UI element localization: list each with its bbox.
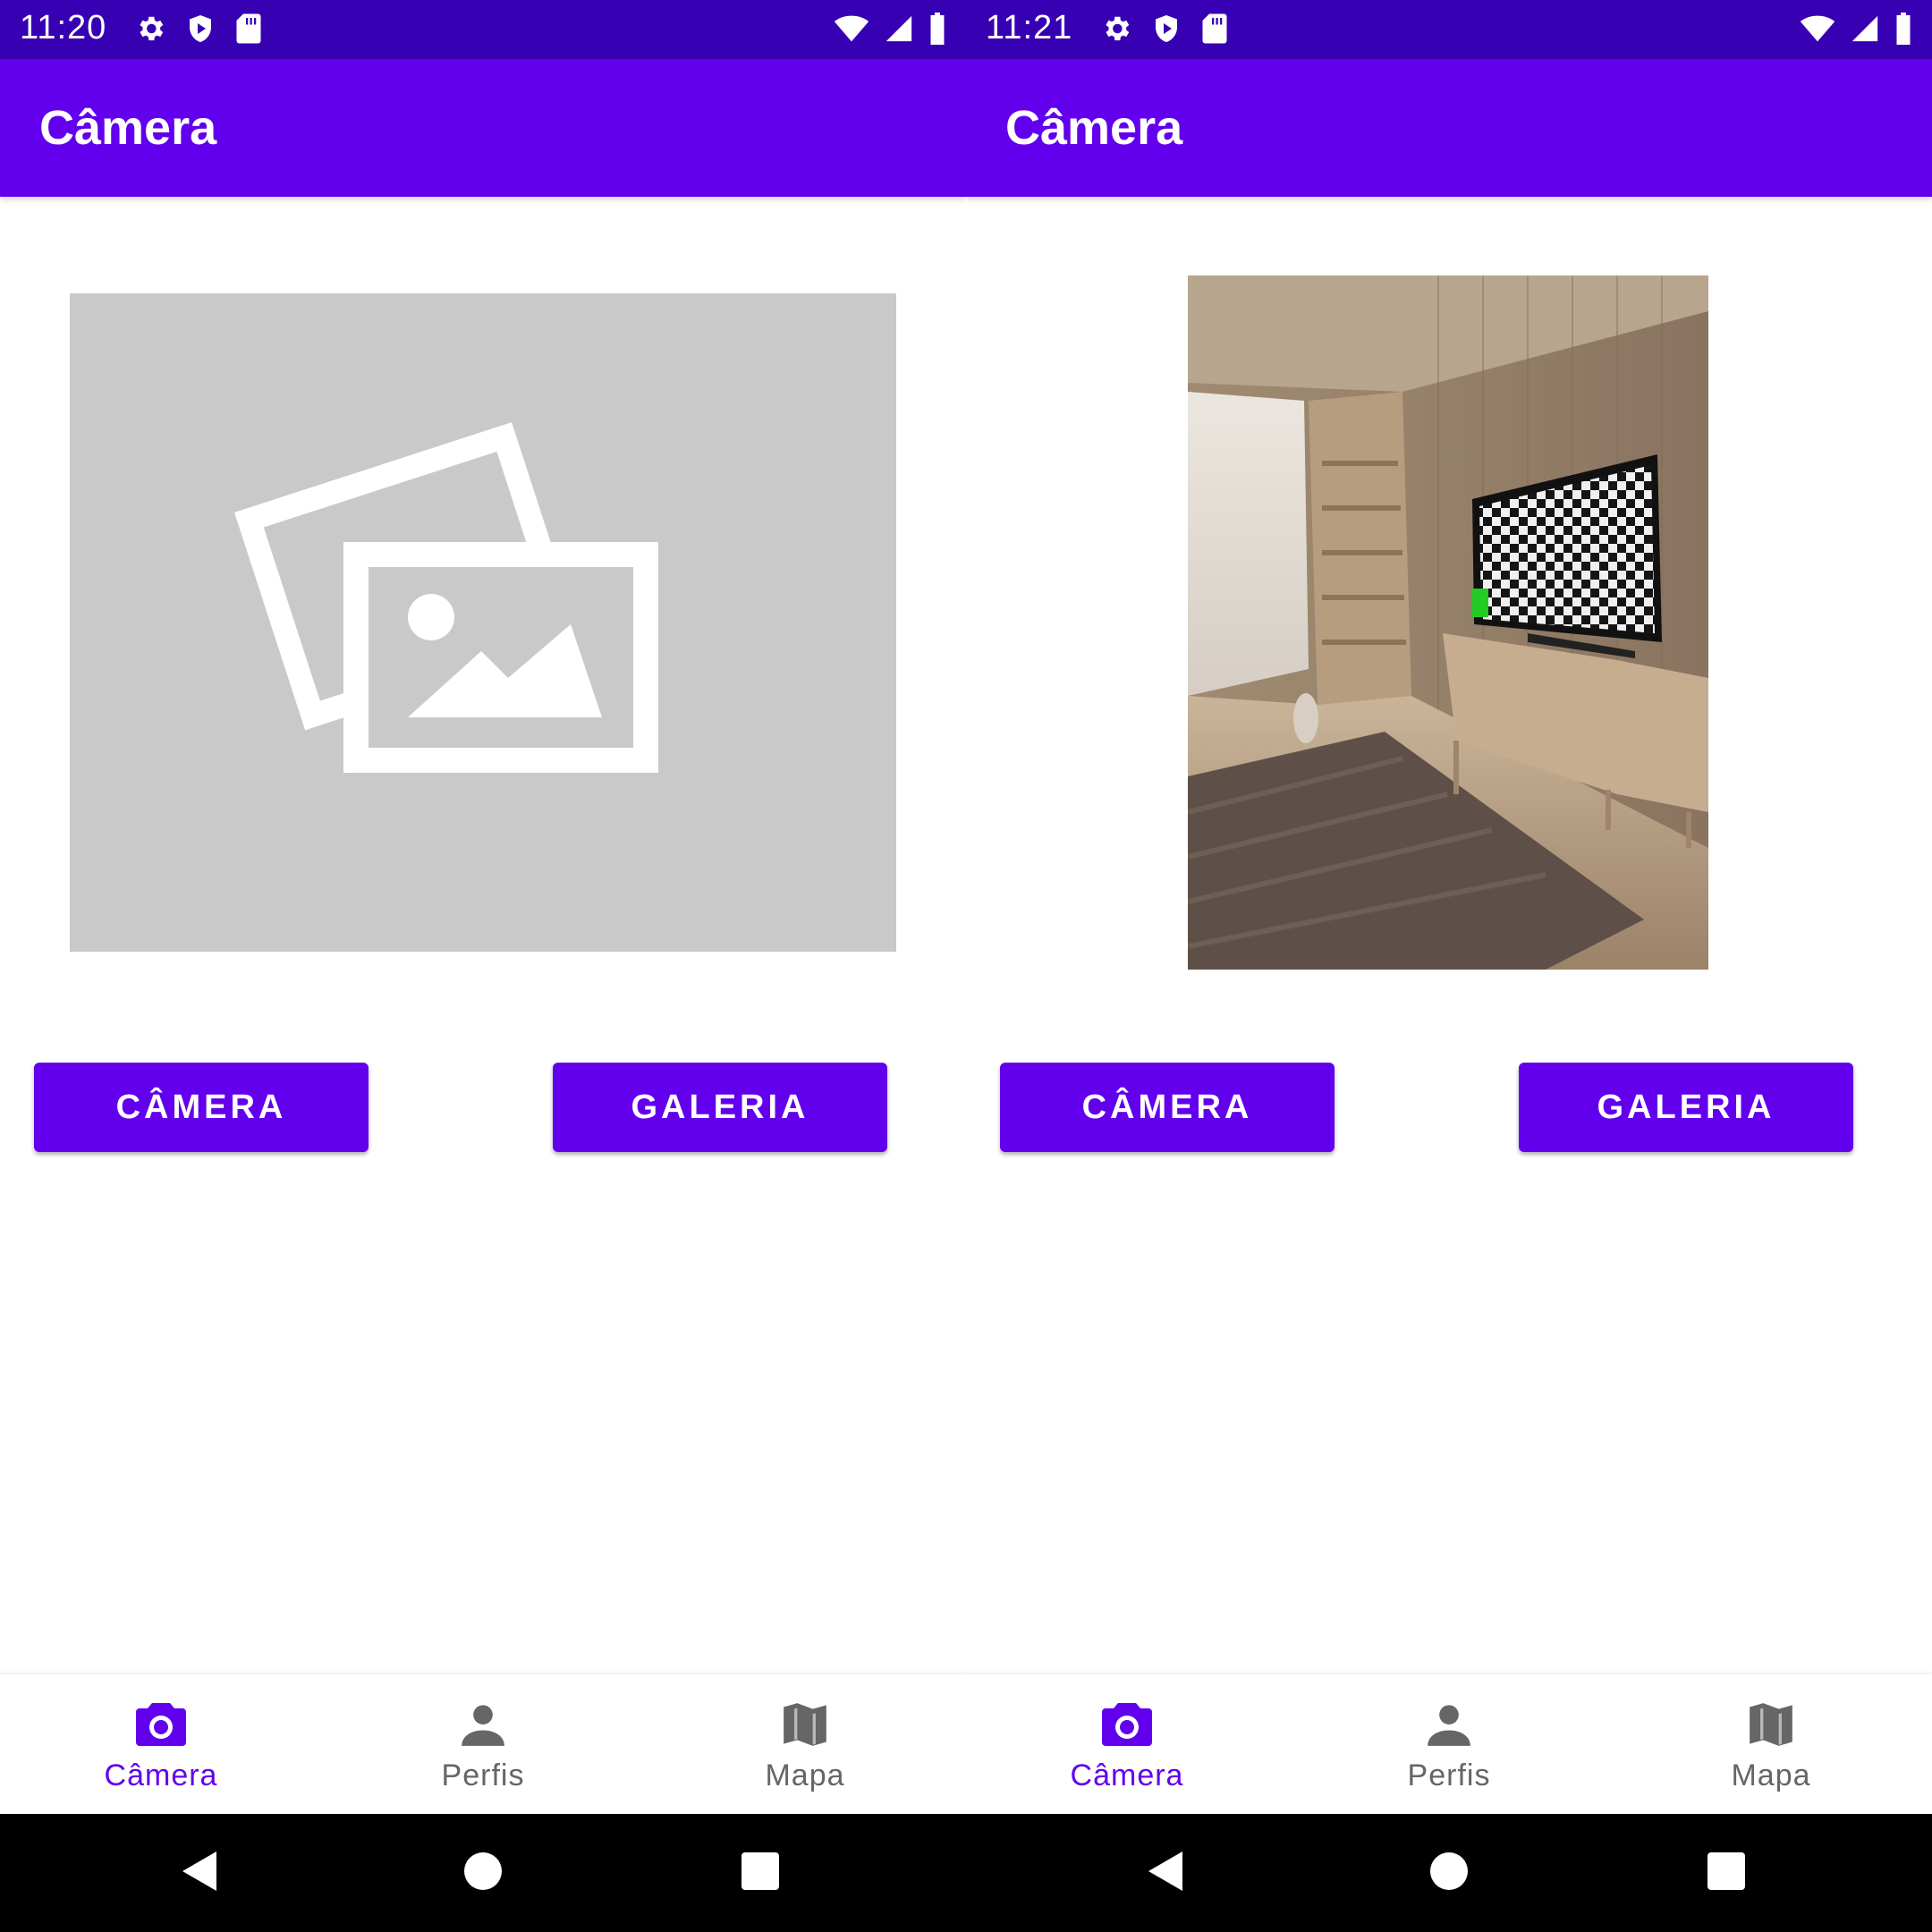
captured-photo [1188,275,1708,970]
camera-button[interactable]: CÂMERA [34,1063,369,1152]
app-bar: Câmera [966,59,1932,197]
wifi-icon [1800,14,1835,43]
back-triangle-icon [1147,1850,1186,1897]
nav-item-mapa[interactable]: Mapa [644,1674,966,1814]
shield-icon [1150,13,1182,45]
wifi-icon [834,14,869,43]
phone-screen-left: 11:20 Câmera CÂMERA GALERIA Câmera Perfi… [0,0,966,1932]
recents-button[interactable] [1637,1814,1816,1932]
bottom-navigation: Câmera Perfis Mapa [966,1674,1932,1814]
gallery-button[interactable]: GALERIA [553,1063,887,1152]
status-time: 11:21 [986,9,1073,47]
settings-icon [1100,13,1132,45]
map-icon [782,1699,828,1750]
image-placeholder-icon [70,422,896,955]
home-button[interactable] [1360,1814,1538,1932]
phone-screen-right: 11:21 Câmera CÂMERA GALERIA Câmera Perfi… [966,0,1932,1932]
sd-card-icon [234,13,263,45]
nav-item-camera[interactable]: Câmera [0,1674,322,1814]
nav-item-perfis[interactable]: Perfis [322,1674,644,1814]
page-title: Câmera [39,101,217,155]
system-navigation-bar [966,1814,1932,1932]
nav-label-camera: Câmera [1070,1758,1184,1792]
person-icon [1426,1699,1472,1750]
nav-label-perfis: Perfis [1407,1758,1491,1792]
sd-card-icon [1200,13,1229,45]
back-button[interactable] [1077,1814,1256,1932]
recents-square-icon [741,1852,779,1894]
battery-icon [1894,13,1912,45]
back-triangle-icon [181,1850,220,1897]
signal-icon [884,13,914,44]
person-icon [460,1699,506,1750]
home-circle-icon [1429,1852,1469,1895]
gallery-button[interactable]: GALERIA [1519,1063,1853,1152]
nav-item-camera[interactable]: Câmera [966,1674,1288,1814]
nav-item-perfis[interactable]: Perfis [1288,1674,1610,1814]
status-bar: 11:20 [0,0,966,59]
nav-label-camera: Câmera [104,1758,218,1792]
camera-button[interactable]: CÂMERA [1000,1063,1335,1152]
settings-icon [134,13,166,45]
shield-icon [184,13,216,45]
nav-item-mapa[interactable]: Mapa [1610,1674,1932,1814]
camera-icon [1100,1699,1154,1750]
app-bar: Câmera [0,59,966,197]
status-bar: 11:21 [966,0,1932,59]
image-preview-placeholder [70,293,896,952]
signal-icon [1850,13,1880,44]
camera-icon [134,1699,188,1750]
battery-icon [928,13,946,45]
nav-label-mapa: Mapa [1731,1758,1811,1792]
bottom-navigation: Câmera Perfis Mapa [0,1674,966,1814]
nav-label-mapa: Mapa [765,1758,845,1792]
home-circle-icon [463,1852,503,1895]
back-button[interactable] [111,1814,290,1932]
recents-button[interactable] [671,1814,850,1932]
page-title: Câmera [1005,101,1183,155]
status-time: 11:20 [20,9,107,47]
system-navigation-bar [0,1814,966,1932]
recents-square-icon [1707,1852,1745,1894]
map-icon [1748,1699,1794,1750]
home-button[interactable] [394,1814,572,1932]
nav-label-perfis: Perfis [441,1758,525,1792]
